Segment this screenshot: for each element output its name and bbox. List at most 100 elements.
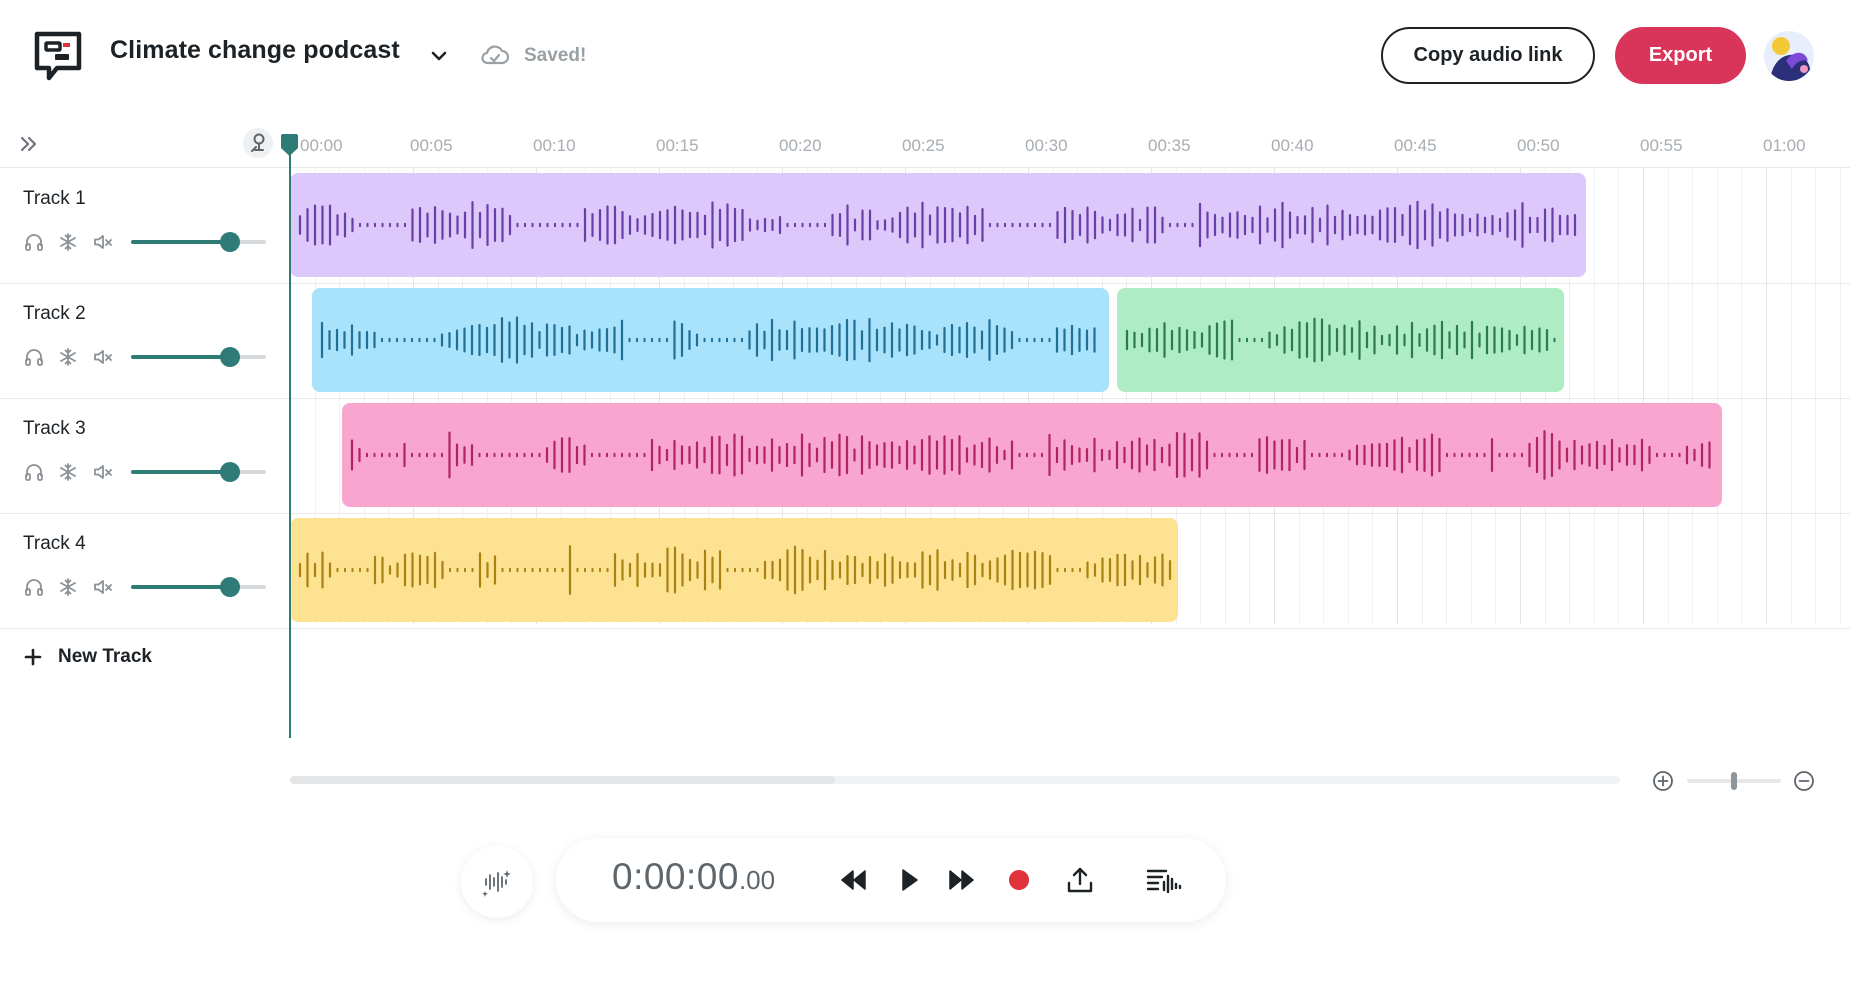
zoom-in-icon[interactable]: [1652, 770, 1674, 792]
headphones-icon[interactable]: [23, 461, 45, 483]
time-tick-label: 00:15: [656, 136, 699, 155]
waveform: [298, 545, 1172, 595]
time-tick-label: 01:00: [1763, 136, 1806, 155]
playhead-line: [289, 150, 291, 738]
time-tick-label: 00:55: [1640, 136, 1683, 155]
audio-clip[interactable]: [290, 518, 1179, 622]
horizontal-scrollbar[interactable]: [290, 776, 1620, 784]
volume-slider[interactable]: [131, 346, 266, 368]
time-tick-label: 00:50: [1517, 136, 1560, 155]
ruler-divider: [0, 167, 1850, 168]
track-divider: [0, 398, 1850, 399]
new-track-label: New Track: [58, 646, 152, 667]
audio-clip[interactable]: [1116, 288, 1565, 392]
chevron-down-icon[interactable]: [428, 45, 450, 67]
zoom-slider[interactable]: [1687, 772, 1781, 790]
grid-line: [1790, 168, 1792, 624]
playhead-handle[interactable]: [281, 134, 298, 156]
volume-fill: [131, 470, 230, 474]
effects-button[interactable]: [461, 846, 533, 918]
audio-clip[interactable]: [312, 288, 1110, 392]
upload-icon[interactable]: [1065, 865, 1095, 895]
volume-thumb[interactable]: [219, 462, 240, 482]
grid-line: [1643, 168, 1644, 624]
grid-line: [1815, 168, 1817, 624]
snowflake-icon[interactable]: [57, 461, 79, 483]
time-tick-label: 00:25: [902, 136, 945, 155]
volume-slider[interactable]: [131, 576, 266, 598]
record-icon[interactable]: [1004, 865, 1034, 895]
track-divider: [0, 513, 1850, 514]
grid-line: [1618, 168, 1620, 624]
export-button[interactable]: Export: [1615, 27, 1746, 84]
snap-icon[interactable]: [243, 128, 273, 158]
headphones-icon[interactable]: [23, 231, 45, 253]
volume-thumb[interactable]: [219, 577, 240, 597]
track-name[interactable]: Track 3: [23, 418, 86, 440]
sparkle-waveform-icon: [482, 870, 511, 897]
waveform: [298, 200, 1577, 250]
grid-line: [1593, 168, 1595, 624]
timecode-fraction: .00: [738, 865, 776, 895]
time-tick-label: 00:35: [1148, 136, 1191, 155]
volume-fill: [131, 240, 230, 244]
plus-icon: [24, 648, 42, 666]
speaker-mute-icon[interactable]: [92, 576, 114, 598]
rewind-icon[interactable]: [838, 865, 868, 895]
volume-thumb[interactable]: [219, 347, 240, 367]
chat-bubble-logo-icon[interactable]: [33, 30, 83, 84]
waveform: [350, 430, 1711, 480]
cloud-icon: [480, 42, 510, 68]
zoom-out-icon[interactable]: [1793, 770, 1815, 792]
double-chevron-right-icon[interactable]: [18, 133, 40, 155]
waveform: [1125, 317, 1556, 363]
volume-slider[interactable]: [131, 231, 266, 253]
speaker-mute-icon[interactable]: [92, 231, 114, 253]
time-tick-label: 00:05: [410, 136, 453, 155]
script-waveform-icon[interactable]: [1146, 865, 1182, 895]
track-name[interactable]: Track 2: [23, 303, 86, 325]
grid-line: [1667, 168, 1669, 624]
grid-line: [1692, 168, 1694, 624]
grid-line: [1839, 168, 1841, 624]
top-bar: Climate change podcast Saved! Copy audio…: [0, 0, 1850, 112]
fast-forward-icon[interactable]: [947, 865, 977, 895]
new-track-button[interactable]: New Track: [22, 641, 152, 673]
speaker-mute-icon[interactable]: [92, 346, 114, 368]
snowflake-icon[interactable]: [57, 576, 79, 598]
volume-fill: [131, 355, 230, 359]
grid-line: [1716, 168, 1718, 624]
waveform: [321, 316, 1096, 364]
track-name[interactable]: Track 1: [23, 188, 86, 210]
snowflake-icon[interactable]: [57, 231, 79, 253]
audio-clip[interactable]: [341, 403, 1722, 507]
save-status: Saved!: [524, 45, 587, 66]
time-tick-label: 00:45: [1394, 136, 1437, 155]
timecode-main: 0:00:00: [612, 856, 739, 897]
transport-bar: 0:00:00.00: [556, 838, 1226, 922]
snowflake-icon[interactable]: [57, 346, 79, 368]
time-tick-label: 00:20: [779, 136, 822, 155]
time-tick-label: 00:30: [1025, 136, 1068, 155]
time-tick-label: 00:40: [1271, 136, 1314, 155]
project-title[interactable]: Climate change podcast: [110, 36, 400, 65]
headphones-icon[interactable]: [23, 346, 45, 368]
grid-line: [1766, 168, 1767, 624]
headphones-icon[interactable]: [23, 576, 45, 598]
track-name[interactable]: Track 4: [23, 533, 86, 555]
scrollbar-thumb[interactable]: [290, 776, 836, 784]
audio-clip[interactable]: [290, 173, 1587, 277]
grid-line: [1741, 168, 1743, 624]
copy-audio-link-button[interactable]: Copy audio link: [1381, 27, 1595, 84]
timecode: 0:00:00.00: [612, 856, 775, 898]
track-divider: [0, 283, 1850, 284]
avatar[interactable]: [1764, 31, 1814, 81]
track-divider: [0, 628, 1850, 629]
speaker-mute-icon[interactable]: [92, 461, 114, 483]
time-tick-label: 00:10: [533, 136, 576, 155]
play-icon[interactable]: [894, 865, 924, 895]
volume-fill: [131, 585, 230, 589]
volume-slider[interactable]: [131, 461, 266, 483]
zoom-slider-thumb[interactable]: [1731, 772, 1737, 790]
volume-thumb[interactable]: [219, 232, 240, 252]
